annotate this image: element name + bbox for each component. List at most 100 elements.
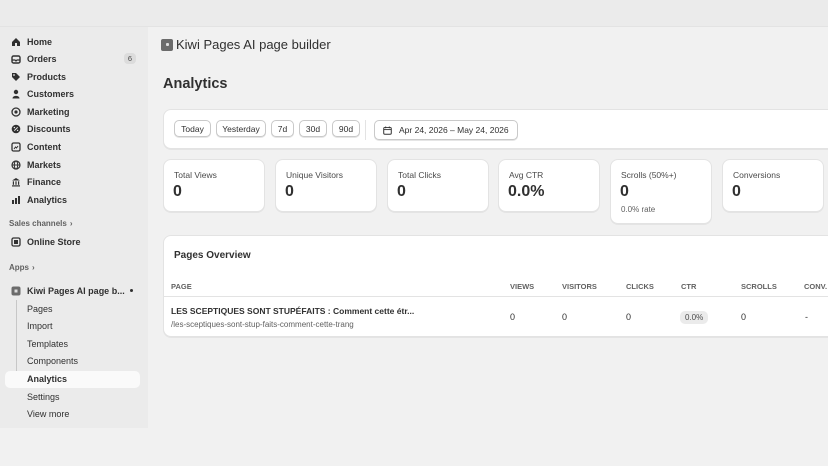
sidebar-item-label: Customers <box>27 88 75 99</box>
app-header: Kiwi Pages AI page builder <box>161 37 331 52</box>
sidebar-item-customers[interactable]: Customers <box>5 85 140 102</box>
sidebar-item-marketing[interactable]: Marketing <box>5 103 140 120</box>
col-conv[interactable]: CONV. <box>804 282 827 291</box>
person-icon <box>11 89 21 99</box>
sidebar-item-orders[interactable]: Orders 6 <box>5 50 140 67</box>
sidebar-item-analytics[interactable]: Analytics <box>5 191 140 208</box>
col-ctr[interactable]: CTR <box>681 282 696 291</box>
sidebar-item-label: Kiwi Pages AI page b... <box>27 285 125 296</box>
stat-label: Avg CTR <box>509 170 544 180</box>
range-30d-button[interactable]: 30d <box>299 120 327 137</box>
stat-label: Conversions <box>733 170 781 180</box>
tag-icon <box>11 72 21 82</box>
range-90d-button[interactable]: 90d <box>332 120 360 137</box>
col-scrolls[interactable]: SCROLLS <box>741 282 777 291</box>
apps-label: Apps <box>9 263 29 272</box>
page-footer-area <box>0 428 828 466</box>
stat-label: Unique Visitors <box>286 170 344 180</box>
sales-channels-label: Sales channels <box>9 219 67 228</box>
tree-line <box>16 300 17 379</box>
col-visitors[interactable]: VISITORS <box>562 282 597 291</box>
app-sub-item-settings[interactable]: Settings <box>27 392 60 402</box>
app-sub-item-import[interactable]: Import <box>27 321 53 331</box>
pages-overview-card: Pages Overview PAGE VIEWS VISITORS CLICK… <box>163 235 828 337</box>
stat-card-unique-visitors: Unique Visitors 0 <box>275 159 377 212</box>
range-7d-button[interactable]: 7d <box>271 120 294 137</box>
divider <box>365 120 366 140</box>
views-cell: 0 <box>510 312 516 322</box>
page-slug-cell: /les-sceptiques-sont-stup-faits-comment-… <box>171 320 354 329</box>
sidebar-item-label: Marketing <box>27 106 70 117</box>
app-title: Kiwi Pages AI page builder <box>176 37 331 52</box>
app-sub-item-templates[interactable]: Templates <box>27 339 68 349</box>
sidebar-item-content[interactable]: Content <box>5 138 140 155</box>
top-bar <box>0 0 828 27</box>
orders-icon <box>11 54 21 64</box>
page-title: Analytics <box>163 76 228 92</box>
col-views[interactable]: VIEWS <box>510 282 534 291</box>
app-logo-icon <box>161 38 173 51</box>
stat-card-conversions: Conversions 0 <box>722 159 824 212</box>
sidebar-item-home[interactable]: Home <box>5 33 140 50</box>
sidebar-item-products[interactable]: Products <box>5 68 140 85</box>
stat-sub: 0.0% rate <box>621 205 656 214</box>
stat-value: 0 <box>173 183 182 200</box>
calendar-icon <box>383 125 392 135</box>
bank-icon <box>11 177 21 187</box>
store-icon <box>11 236 21 247</box>
page-title-cell[interactable]: LES SCEPTIQUES SONT STUPÉFAITS : Comment… <box>171 306 414 316</box>
sidebar-item-discounts[interactable]: Discounts <box>5 120 140 137</box>
sidebar-item-label: Analytics <box>27 194 68 205</box>
sidebar-item-finance[interactable]: Finance <box>5 173 140 190</box>
date-range-picker[interactable]: Apr 24, 2026 – May 24, 2026 <box>374 120 518 140</box>
stat-card-total-clicks: Total Clicks 0 <box>387 159 489 212</box>
app-sub-item-view-more[interactable]: View more <box>27 409 69 419</box>
sidebar-item-kiwi-app[interactable]: Kiwi Pages AI page b... <box>5 282 140 299</box>
app-sub-item-components[interactable]: Components <box>27 356 78 366</box>
scrolls-cell: 0 <box>741 312 747 322</box>
app-sub-item-pages[interactable]: Pages <box>27 304 53 314</box>
sidebar-item-markets[interactable]: Markets <box>5 156 140 173</box>
stat-value: 0 <box>285 183 294 200</box>
chart-icon <box>11 195 21 205</box>
pages-overview-title: Pages Overview <box>174 250 251 261</box>
stat-value: 0 <box>732 183 741 200</box>
sales-channels-header[interactable]: Sales channels › <box>9 219 72 228</box>
apps-header[interactable]: Apps › <box>9 263 35 272</box>
ctr-badge: 0.0% <box>680 311 709 324</box>
stat-label: Total Views <box>174 170 217 180</box>
table-row[interactable]: LES SCEPTIQUES SONT STUPÉFAITS : Comment… <box>164 298 828 336</box>
app-icon <box>11 286 21 296</box>
discount-icon <box>11 124 21 134</box>
stat-label: Scrolls (50%+) <box>621 170 677 180</box>
stat-value: 0 <box>397 183 406 200</box>
app-sub-item-analytics[interactable]: Analytics <box>27 374 67 384</box>
home-icon <box>11 37 21 47</box>
sidebar-item-label: Markets <box>27 159 62 170</box>
stat-card-total-views: Total Views 0 <box>163 159 265 212</box>
table-header: PAGE VIEWS VISITORS CLICKS CTR SCROLLS C… <box>164 276 828 297</box>
stat-label: Total Clicks <box>398 170 441 180</box>
stat-card-avg-ctr: Avg CTR 0.0% <box>498 159 600 212</box>
sidebar-item-label: Orders <box>27 53 57 64</box>
pin-dot-icon[interactable] <box>130 289 133 292</box>
range-yesterday-button[interactable]: Yesterday <box>216 120 266 137</box>
sidebar-item-label: Content <box>27 141 61 152</box>
col-clicks[interactable]: CLICKS <box>626 282 654 291</box>
chevron-right-icon: › <box>32 263 35 272</box>
globe-icon <box>11 159 21 170</box>
range-today-button[interactable]: Today <box>174 120 211 137</box>
main-content: Kiwi Pages AI page builder Analytics Tod… <box>148 27 828 428</box>
sidebar-item-online-store[interactable]: Online Store <box>5 233 140 250</box>
content-icon <box>11 141 21 152</box>
sidebar-item-label: Discounts <box>27 123 71 134</box>
active-highlight <box>5 371 140 388</box>
col-page[interactable]: PAGE <box>171 282 192 291</box>
filter-card: Today Yesterday 7d 30d 90d Apr 24, 2026 … <box>163 109 828 149</box>
clicks-cell: 0 <box>626 312 632 322</box>
stat-value: 0 <box>620 183 629 200</box>
sidebar-item-label: Home <box>27 36 53 47</box>
chevron-right-icon: › <box>69 219 73 228</box>
sidebar-item-label: Finance <box>27 176 62 187</box>
conv-cell: - <box>805 312 808 322</box>
